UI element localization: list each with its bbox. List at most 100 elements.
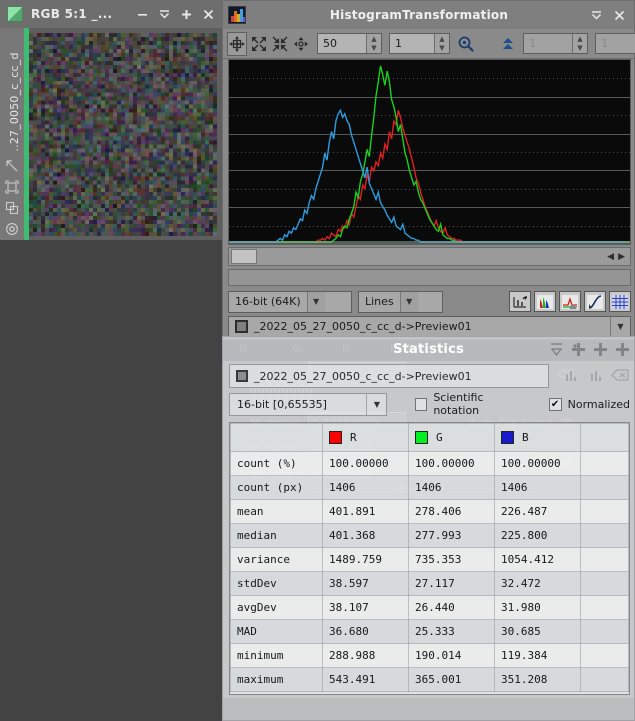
histogram-toolbar: ▲▼ ▲▼ ▲▼ ▲▼ <box>223 29 635 59</box>
chevron-down-icon[interactable]: ▼ <box>610 317 630 336</box>
cell-value-g: 365.001 <box>408 667 495 692</box>
statistics-table[interactable]: R G B count (%) 100.00000 100.00000 100.000… <box>229 422 630 695</box>
shade-button[interactable] <box>547 340 565 358</box>
cell-metric-name: mean <box>230 499 323 524</box>
statistics-table-body: count (%) 100.00000 100.00000 100.00000 coun… <box>230 451 629 692</box>
statistics-header-buttons <box>560 365 630 386</box>
maximize-button[interactable] <box>176 4 196 24</box>
zoom-y-input[interactable] <box>318 34 366 53</box>
histogram-view-selector[interactable]: _2022_05_27_0050_c_cc_d->Preview01 ▼ <box>228 316 631 337</box>
rgb-histogram-icon[interactable] <box>534 291 556 312</box>
arrow-cursor-icon[interactable] <box>5 159 19 173</box>
table-row[interactable]: maximum 543.491 365.001 351.208 <box>230 667 629 692</box>
cell-pad <box>580 619 629 644</box>
target-icon[interactable] <box>5 222 19 236</box>
cell-value-r: 543.491 <box>322 667 409 692</box>
scroll-left-icon[interactable]: ◀ <box>607 252 614 262</box>
preferences-button[interactable] <box>591 340 609 358</box>
table-row[interactable]: MAD 36.680 25.333 30.685 <box>230 619 629 644</box>
table-row[interactable]: count (px) 1406 1406 1406 <box>230 475 629 500</box>
backspace-icon[interactable] <box>610 365 630 386</box>
cell-value-b: 225.800 <box>494 523 581 548</box>
statistics-view-selector[interactable]: _2022_05_27_0050_c_cc_d->Preview01 <box>229 364 549 388</box>
swatch-g <box>415 431 428 444</box>
histogram-window-title: HistogramTransformation <box>329 8 509 22</box>
series-r <box>229 110 630 243</box>
four-arrows-icon[interactable] <box>292 32 310 56</box>
cell-value-g: 278.406 <box>408 499 495 524</box>
minimize-button[interactable] <box>132 4 152 24</box>
graph-style-combobox[interactable]: Lines ▼ <box>358 290 443 313</box>
cell-value-b: 226.487 <box>494 499 581 524</box>
collapse-arrows-icon[interactable] <box>271 32 289 56</box>
table-row[interactable]: minimum 288.988 190.014 119.384 <box>230 643 629 668</box>
zoom-x-arrows[interactable]: ▲ ▼ <box>434 34 449 53</box>
grid-icon[interactable] <box>609 291 631 312</box>
close-button[interactable] <box>198 4 218 24</box>
zoom-x-input[interactable] <box>390 34 434 53</box>
cell-value-g: 1406 <box>408 475 495 500</box>
image-preview-canvas[interactable] <box>29 33 217 236</box>
normalized-box[interactable]: ✔ <box>548 397 562 411</box>
histogram-window-titlebar[interactable]: HistogramTransformation <box>223 1 634 29</box>
cell-pad <box>580 667 629 692</box>
image-window-vertical-label: ..27_0050_c_cc_d <box>7 52 21 152</box>
resolution-combobox[interactable]: 16-bit (64K) ▼ <box>228 290 352 313</box>
image-window-titlebar[interactable]: RGB 5:1 _... <box>0 0 222 28</box>
histogram-button-1[interactable] <box>560 365 580 386</box>
chevron-down-icon[interactable]: ▼ <box>366 393 386 415</box>
spin-b-input[interactable] <box>596 34 635 53</box>
zoom-icon[interactable] <box>457 32 475 56</box>
statistics-titlebar[interactable]: Statistics <box>223 337 634 361</box>
cell-pad <box>580 571 629 596</box>
output-histogram-icon[interactable] <box>559 291 581 312</box>
image-window-side-strip: ..27_0050_c_cc_d <box>0 28 24 240</box>
cell-value-g: 25.333 <box>408 619 495 644</box>
table-row[interactable]: variance 1489.759 735.353 1054.412 <box>230 547 629 572</box>
options-button[interactable] <box>613 340 631 358</box>
zoom-y-arrows[interactable]: ▲ ▼ <box>366 34 381 53</box>
zoom-y-stepper[interactable]: ▲▼ <box>317 33 382 54</box>
cell-value-r: 1406 <box>322 475 409 500</box>
normalized-checkbox[interactable]: ✔ Normalized <box>548 397 630 411</box>
crosshair-move-icon[interactable] <box>227 31 247 56</box>
chevron-down-icon[interactable]: ▼ <box>399 291 418 312</box>
zoom-x-stepper[interactable]: ▲▼ <box>389 33 450 54</box>
histogram-button-2[interactable] <box>585 365 605 386</box>
scientific-notation-box[interactable] <box>415 397 428 411</box>
cell-value-g: 27.117 <box>408 571 495 596</box>
histogram-horizontal-scrollbar[interactable]: ◀ ▶ <box>228 247 631 266</box>
header-cell-r[interactable]: R <box>322 423 409 452</box>
table-row[interactable]: mean 401.891 278.406 226.487 <box>230 499 629 524</box>
table-row[interactable]: median 401.368 277.993 225.800 <box>230 523 629 548</box>
header-label-b: B <box>522 431 529 444</box>
spin-a-stepper[interactable]: ▲▼ <box>523 33 588 54</box>
close-button[interactable] <box>609 5 629 25</box>
expand-arrows-icon[interactable] <box>250 32 268 56</box>
scrollbar-thumb[interactable] <box>231 249 257 264</box>
settings-button[interactable] <box>569 340 587 358</box>
scrollbar-arrows[interactable]: ◀ ▶ <box>607 252 630 262</box>
cell-metric-name: minimum <box>230 643 323 668</box>
shade-button[interactable] <box>586 5 606 25</box>
reset-curve-icon[interactable] <box>509 291 531 312</box>
range-combobox[interactable]: 16-bit [0,65535] ▼ <box>229 392 388 416</box>
table-row[interactable]: avgDev 38.107 26.440 31.980 <box>230 595 629 620</box>
spin-a-input[interactable] <box>524 34 572 53</box>
scientific-notation-checkbox[interactable]: Scientific notation <box>415 391 522 417</box>
histogram-plot[interactable] <box>228 59 631 245</box>
header-cell-g[interactable]: G <box>408 423 495 452</box>
preview-frame-icon[interactable] <box>5 180 19 194</box>
double-up-arrow-icon[interactable] <box>500 32 516 56</box>
table-row[interactable]: count (%) 100.00000 100.00000 100.00000 <box>230 451 629 476</box>
cell-value-b: 1054.412 <box>494 547 581 572</box>
chevron-down-icon[interactable]: ▼ <box>306 291 325 312</box>
header-cell-b[interactable]: B <box>494 423 581 452</box>
shade-button[interactable] <box>154 4 174 24</box>
table-row[interactable]: stdDev 38.597 27.117 32.472 <box>230 571 629 596</box>
duplicate-icon[interactable] <box>5 201 19 215</box>
scroll-right-icon[interactable]: ▶ <box>618 252 625 262</box>
transfer-curve-icon[interactable] <box>584 291 606 312</box>
spin-a-arrows[interactable]: ▲ ▼ <box>572 34 587 53</box>
spin-b-stepper[interactable]: ▲▼ <box>595 33 635 54</box>
